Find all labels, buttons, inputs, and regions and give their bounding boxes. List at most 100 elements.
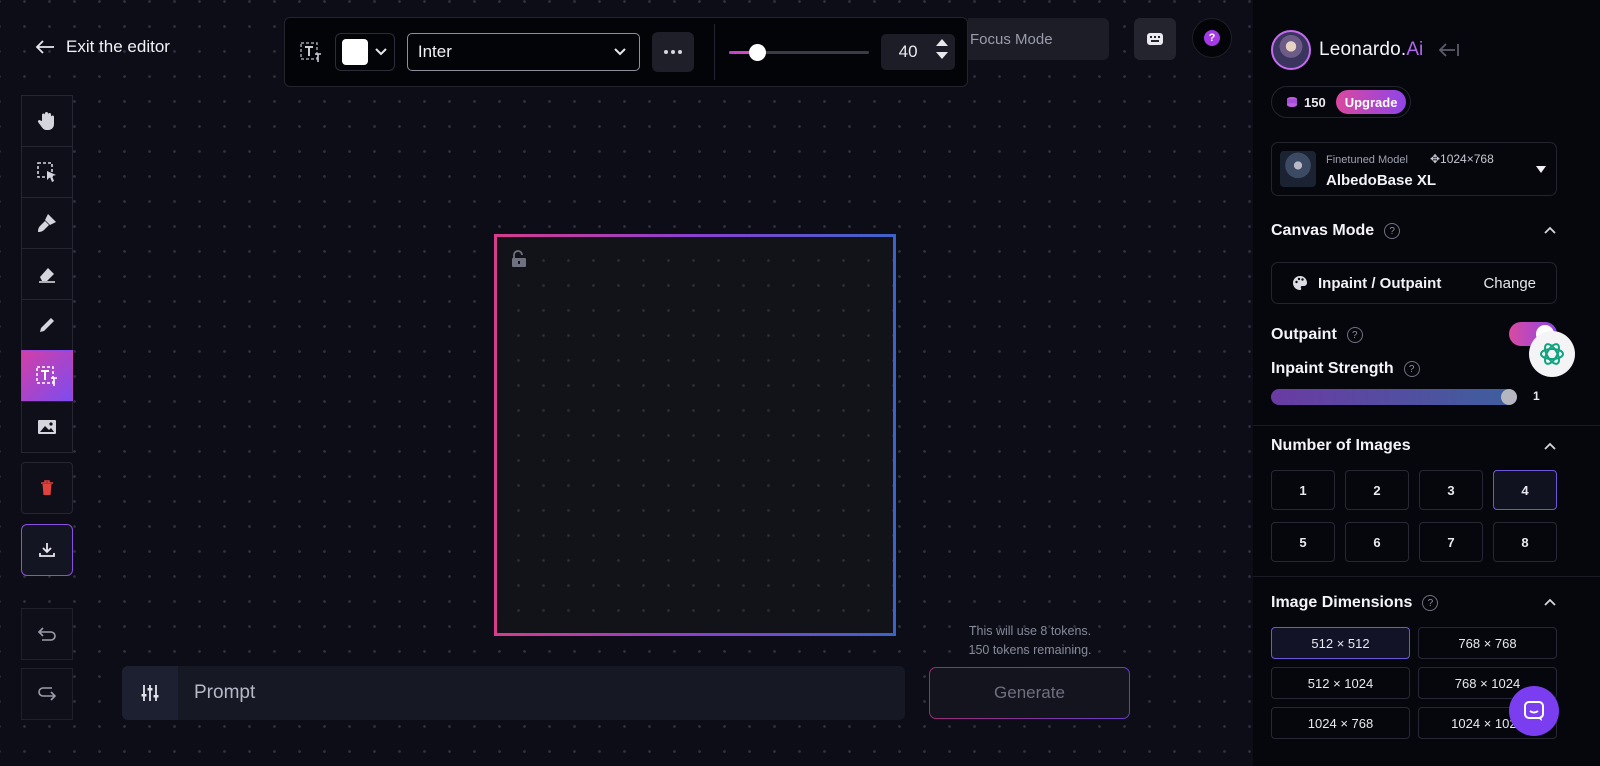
dimension-option[interactable]: 512 × 1024 <box>1271 667 1410 699</box>
toolbar-divider <box>714 24 716 80</box>
help-circle-icon[interactable]: ? <box>1422 595 1439 611</box>
model-name: AlbedoBase XL <box>1326 171 1437 189</box>
text-format-icon <box>297 38 325 66</box>
caret-down-icon <box>1536 166 1546 173</box>
image-count-option[interactable]: 7 <box>1419 522 1483 562</box>
image-icon <box>38 420 56 434</box>
dot-icon <box>671 50 676 54</box>
arrow-left-icon <box>35 40 54 54</box>
font-size-stepper[interactable] <box>935 38 949 60</box>
triangle-down-icon[interactable] <box>935 51 949 60</box>
move-icon: ✥ <box>1429 151 1441 166</box>
pencil-icon <box>40 318 54 332</box>
more-options-button[interactable] <box>652 32 695 72</box>
dot-icon <box>664 50 669 54</box>
redo-button[interactable] <box>21 668 73 720</box>
image-count-option-selected[interactable]: 4 <box>1493 470 1557 510</box>
model-thumbnail <box>1280 151 1316 187</box>
prompt-settings-button[interactable] <box>122 666 178 720</box>
chevron-down-icon <box>614 48 627 56</box>
font-family-select[interactable]: Inter <box>406 33 641 71</box>
avatar[interactable] <box>1271 30 1311 70</box>
text-toolbar: Inter 40 <box>284 17 968 87</box>
chevron-up-icon[interactable] <box>1544 442 1556 450</box>
sketch-tool[interactable] <box>21 299 73 351</box>
generation-frame[interactable] <box>494 234 896 636</box>
upgrade-button[interactable]: Upgrade <box>1335 90 1407 114</box>
text-icon <box>36 366 57 386</box>
chevron-down-icon <box>375 48 387 56</box>
undo-button[interactable] <box>21 608 73 660</box>
canvas-mode-card: Inpaint / Outpaint Change <box>1271 262 1557 304</box>
image-count-option[interactable]: 6 <box>1345 522 1409 562</box>
coins-icon <box>1287 97 1297 107</box>
image-count-option[interactable]: 8 <box>1493 522 1557 562</box>
slider-handle[interactable] <box>749 44 767 61</box>
inpaint-strength-value: 1 <box>1533 389 1540 403</box>
text-color-picker[interactable] <box>334 33 395 71</box>
generate-button[interactable]: Generate <box>929 667 1130 719</box>
eraser-icon <box>39 268 55 283</box>
triangle-up-icon[interactable] <box>935 38 949 47</box>
pan-tool[interactable] <box>21 95 73 147</box>
support-chat-button[interactable] <box>1509 686 1559 736</box>
prompt-bar <box>122 666 905 720</box>
font-size-input[interactable]: 40 <box>881 34 956 70</box>
dot-icon <box>678 50 683 54</box>
help-circle-icon[interactable]: ? <box>1384 223 1401 239</box>
image-count-option[interactable]: 1 <box>1271 470 1335 510</box>
token-count: 150 <box>1304 94 1326 110</box>
number-of-images-options: 1 2 3 4 5 6 7 8 <box>1271 470 1557 562</box>
inpaint-strength-label: Inpaint Strength ? <box>1271 360 1420 378</box>
redo-icon <box>38 687 57 701</box>
image-count-option[interactable]: 2 <box>1345 470 1409 510</box>
dimension-option[interactable]: 768 × 768 <box>1418 627 1557 659</box>
assistant-button[interactable] <box>1529 331 1575 377</box>
exit-editor-button[interactable]: Exit the editor <box>34 34 170 60</box>
brand-name: Leonardo.Ai <box>1319 39 1424 60</box>
focus-mode-button[interactable]: Focus Mode <box>968 18 1109 60</box>
change-canvas-mode-button[interactable]: Change <box>1483 275 1536 292</box>
brand: Leonardo.Ai <box>1271 30 1461 70</box>
slider-handle[interactable] <box>1501 389 1517 405</box>
token-usage-info: This will use 8 tokens. 150 tokens remai… <box>930 622 1130 660</box>
model-selector[interactable]: Finetuned Model ✥1024×768 AlbedoBase XL <box>1271 142 1557 196</box>
help-circle-icon[interactable]: ? <box>1346 327 1363 343</box>
tokens-remaining-line: 150 tokens remaining. <box>968 643 1092 657</box>
section-divider <box>1253 576 1600 577</box>
help-circle-icon[interactable]: ? <box>1403 361 1420 377</box>
image-tool[interactable] <box>21 401 73 453</box>
inpaint-strength-slider[interactable] <box>1271 389 1517 405</box>
chat-icon <box>1524 701 1544 721</box>
keyboard-shortcuts-button[interactable] <box>1134 18 1176 60</box>
unlock-icon[interactable] <box>509 249 529 269</box>
prompt-input[interactable] <box>178 666 905 720</box>
focus-mode-label: Focus Mode <box>970 30 1053 48</box>
chevron-up-icon[interactable] <box>1544 598 1556 606</box>
download-tool[interactable] <box>21 524 73 576</box>
image-count-option[interactable]: 3 <box>1419 470 1483 510</box>
collapse-panel-icon[interactable] <box>1437 42 1461 58</box>
help-button[interactable]: ? <box>1192 18 1232 58</box>
color-swatch <box>341 39 368 65</box>
erase-tool[interactable] <box>21 248 73 300</box>
number-of-images-title: Number of Images <box>1271 437 1411 454</box>
exit-editor-label: Exit the editor <box>66 37 170 56</box>
token-usage-line: This will use 8 tokens. <box>968 624 1092 638</box>
outpaint-label: Outpaint ? <box>1271 326 1363 344</box>
font-size-slider[interactable] <box>729 42 870 62</box>
dimension-option-selected[interactable]: 512 × 512 <box>1271 627 1410 659</box>
image-dimensions-title: Image Dimensions ? <box>1271 594 1439 612</box>
select-tool[interactable] <box>21 146 73 198</box>
delete-tool[interactable] <box>21 462 73 514</box>
select-icon <box>37 162 56 182</box>
dimension-option[interactable]: 1024 × 768 <box>1271 707 1410 739</box>
font-family-value: Inter <box>417 42 452 61</box>
image-count-option[interactable]: 5 <box>1271 522 1335 562</box>
chevron-up-icon[interactable] <box>1544 226 1556 234</box>
model-dimensions: ✥1024×768 <box>1429 151 1494 166</box>
draw-mask-tool[interactable] <box>21 197 73 249</box>
undo-icon <box>37 627 56 641</box>
text-tool[interactable] <box>21 350 73 402</box>
keyboard-icon <box>1147 33 1163 45</box>
